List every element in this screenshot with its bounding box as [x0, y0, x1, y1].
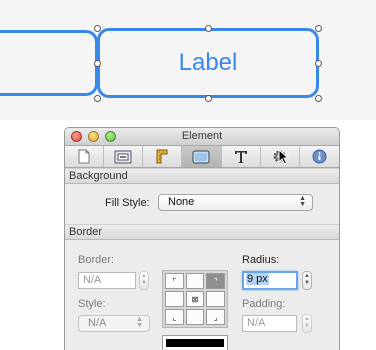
corner-bottom-left[interactable]: ⌞	[165, 309, 184, 325]
adjacent-element-rect[interactable]	[0, 30, 98, 96]
resize-handle-top-right[interactable]	[315, 25, 322, 32]
design-canvas[interactable]: Label	[0, 0, 376, 120]
tab-file[interactable]	[65, 146, 105, 167]
ruler-icon	[156, 149, 168, 164]
side-right[interactable]	[206, 291, 225, 307]
all-sides[interactable]: ⊠	[185, 291, 205, 307]
background-section-header[interactable]: Background	[65, 168, 339, 184]
box-icon	[192, 150, 210, 163]
radius-field[interactable]: 9 px	[242, 271, 298, 290]
fill-style-value: None	[168, 196, 195, 208]
popup-arrows-icon: ▲ ▼	[299, 195, 306, 208]
border-section: Border: N/A ▲ ▼ Style: N/A ▲ ▼ ⌜ ⌝ ⊠ ⌞ ⌟ R…	[65, 240, 339, 350]
fill-style-label: Fill Style:	[105, 197, 150, 209]
background-section: Fill Style: None ▲ ▼	[65, 184, 339, 224]
border-color-well[interactable]	[162, 335, 228, 350]
border-color-swatch	[166, 339, 224, 347]
corner-top-left[interactable]: ⌜	[165, 273, 184, 289]
tab-info[interactable]	[300, 146, 339, 167]
resize-handle-top[interactable]	[205, 25, 212, 32]
window-title: Element	[181, 130, 223, 142]
border-width-stepper[interactable]: ▲ ▼	[139, 271, 149, 290]
resize-handle-top-left[interactable]	[94, 25, 101, 32]
border-section-header[interactable]: Border	[65, 224, 339, 240]
border-style-popup[interactable]: N/A ▲ ▼	[78, 315, 150, 332]
mouse-cursor-icon	[278, 149, 289, 165]
padding-label: Padding:	[242, 298, 286, 310]
tab-layout[interactable]	[104, 146, 144, 167]
border-style-value: N/A	[88, 317, 107, 329]
radius-stepper[interactable]: ▲ ▼	[302, 271, 312, 290]
tab-text[interactable]	[222, 146, 261, 167]
element-inspector-window: Element Background Fill Style: None ▲▼	[64, 127, 340, 350]
resize-handle-bottom-left[interactable]	[94, 95, 101, 102]
tab-position[interactable]	[143, 146, 183, 167]
side-top[interactable]	[185, 273, 205, 289]
inspector-toolbar	[65, 146, 339, 168]
corner-top-right[interactable]: ⌝	[206, 273, 225, 289]
info-icon	[312, 149, 327, 164]
title-bar[interactable]: Element	[65, 128, 339, 146]
resize-handle-left[interactable]	[94, 60, 101, 67]
tab-appearance[interactable]	[182, 146, 222, 167]
document-icon	[78, 149, 90, 164]
radius-value: 9 px	[246, 273, 269, 285]
frames-icon	[114, 150, 132, 163]
resize-handle-bottom-right[interactable]	[315, 95, 322, 102]
border-style-label: Style:	[78, 298, 106, 310]
fill-style-popup[interactable]: None ▲ ▼	[158, 194, 313, 211]
side-left[interactable]	[165, 291, 184, 307]
padding-field[interactable]: N/A	[242, 315, 297, 332]
popup-arrows-icon: ▲ ▼	[136, 316, 143, 329]
text-t-icon	[234, 150, 247, 163]
padding-stepper[interactable]: ▲ ▼	[302, 314, 312, 333]
resize-handle-right[interactable]	[315, 60, 322, 67]
selected-label-element[interactable]: Label	[97, 28, 319, 98]
corner-bottom-right[interactable]: ⌟	[206, 309, 225, 325]
border-width-field[interactable]: N/A	[78, 272, 136, 289]
side-bottom[interactable]	[185, 309, 205, 325]
resize-handle-bottom[interactable]	[205, 95, 212, 102]
element-label-text: Label	[178, 49, 238, 76]
radius-label: Radius:	[242, 254, 280, 266]
border-sides-grid: ⌜ ⌝ ⊠ ⌞ ⌟	[162, 270, 228, 328]
border-width-label: Border:	[78, 254, 115, 266]
